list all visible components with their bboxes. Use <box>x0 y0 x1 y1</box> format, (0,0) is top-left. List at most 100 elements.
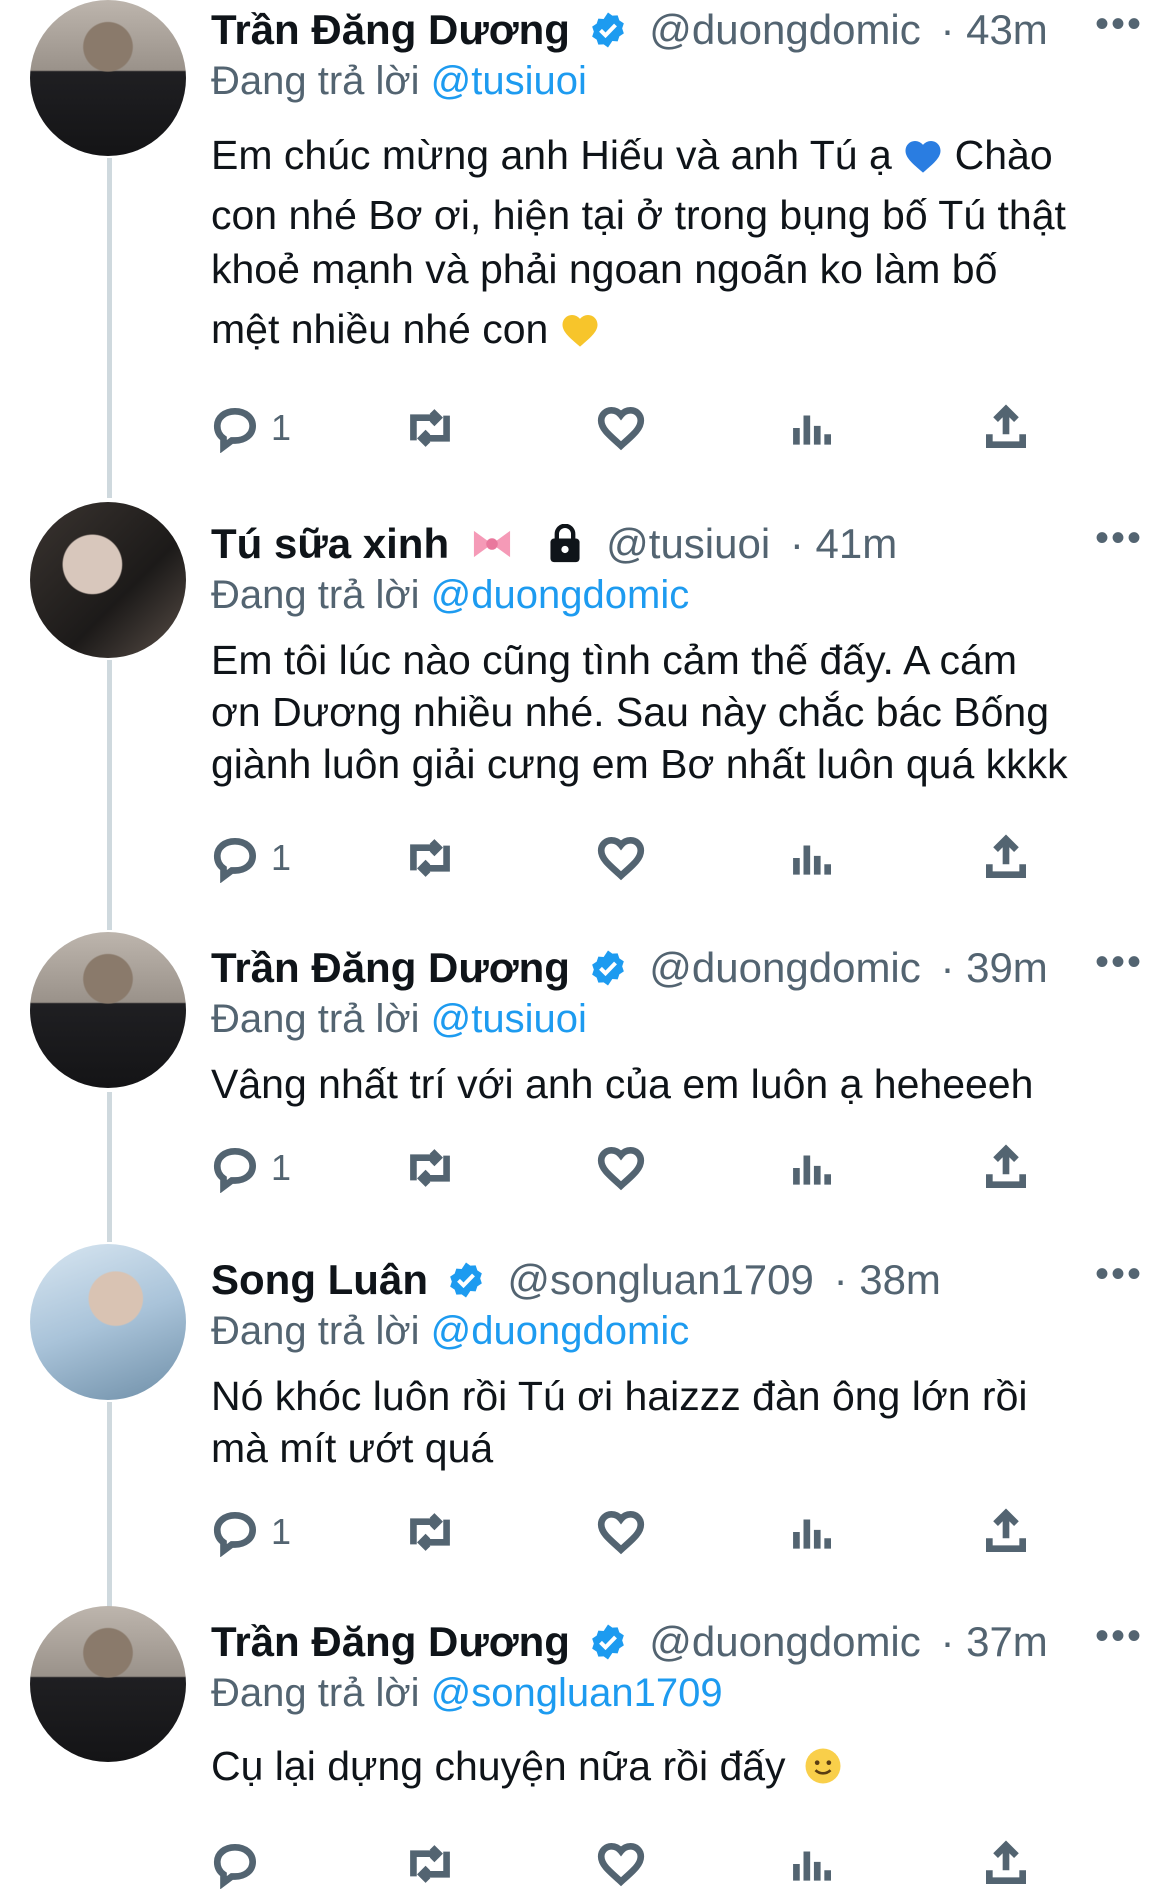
reply-label: Đang trả lời <box>211 1309 420 1353</box>
reply-count: 1 <box>271 407 292 448</box>
text-line: con nhé Bơ ơi, hiện tại ở trong bụng bố … <box>211 192 1066 238</box>
reply-button[interactable]: 1 <box>211 1138 291 1198</box>
action-bar: 1 <box>211 828 1051 888</box>
reply-button[interactable]: 1 <box>211 398 291 458</box>
reply-button[interactable]: 1 <box>211 828 291 888</box>
avatar[interactable] <box>30 932 186 1088</box>
like-icon <box>597 1842 645 1887</box>
display-name[interactable]: Trần Đăng Dương <box>211 1618 570 1665</box>
reply-button[interactable]: 1 <box>211 1502 291 1562</box>
tweet-header: Trần Đăng Dương @duongdomic · 43m ••• <box>211 2 1141 56</box>
share-icon <box>986 404 1026 448</box>
like-button[interactable] <box>596 828 646 888</box>
reply-context: Đang trả lời @tusiuoi <box>211 56 1131 106</box>
analytics-icon <box>793 845 831 875</box>
avatar[interactable] <box>30 1606 186 1762</box>
reply-label: Đang trả lời <box>211 59 420 103</box>
like-icon <box>597 836 645 881</box>
reply-mention[interactable]: @duongdomic <box>431 573 690 617</box>
retweet-button[interactable] <box>401 1138 459 1198</box>
reply-mention[interactable]: @duongdomic <box>431 1309 690 1353</box>
retweet-icon <box>410 1513 450 1551</box>
analytics-button[interactable] <box>786 1502 836 1562</box>
tweet-text: Vâng nhất trí với anh của em luôn ạ hehe… <box>211 1058 1131 1110</box>
like-icon <box>597 1510 645 1555</box>
tweet-text: Cụ lại dựng chuyện nữa rồi đấy <box>211 1740 1131 1798</box>
analytics-icon <box>793 1155 831 1185</box>
yellow-heart-emoji-icon <box>560 308 600 362</box>
like-button[interactable] <box>596 398 646 458</box>
share-button[interactable] <box>981 828 1031 888</box>
retweet-icon <box>410 1149 450 1187</box>
reply-context: Đang trả lời @tusiuoi <box>211 994 1131 1044</box>
handle[interactable]: @tusiuoi <box>606 520 770 567</box>
display-name[interactable]: Tú sữa xinh <box>211 520 449 567</box>
more-icon[interactable]: ••• <box>1095 0 1143 50</box>
retweet-button[interactable] <box>401 398 459 458</box>
thread-line <box>107 1402 112 1612</box>
reply-icon <box>213 1843 257 1889</box>
verified-badge-icon <box>591 1624 624 1660</box>
analytics-button[interactable] <box>786 1834 836 1894</box>
handle[interactable]: @duongdomic <box>649 944 920 991</box>
like-button[interactable] <box>596 1138 646 1198</box>
text-line: Cụ lại dựng chuyện nữa rồi đấy <box>211 1743 786 1789</box>
reply-icon <box>213 407 257 453</box>
more-icon[interactable]: ••• <box>1095 1610 1143 1662</box>
timestamp[interactable]: · 43m <box>940 6 1047 53</box>
thread-line <box>107 158 112 498</box>
share-button[interactable] <box>981 1834 1031 1894</box>
avatar[interactable] <box>30 502 186 658</box>
display-name[interactable]: Trần Đăng Dương <box>211 6 570 53</box>
timestamp[interactable]: · 37m <box>940 1618 1047 1665</box>
share-button[interactable] <box>981 398 1031 458</box>
text-line: khoẻ mạnh và phải ngoan ngoãn ko làm bố <box>211 246 998 292</box>
tweet-text: Nó khóc luôn rồi Tú ơi haizzz đàn ông lớ… <box>211 1370 1131 1474</box>
like-button[interactable] <box>596 1834 646 1894</box>
reply-mention[interactable]: @songluan1709 <box>431 1671 723 1715</box>
like-button[interactable] <box>596 1502 646 1562</box>
retweet-button[interactable] <box>401 1502 459 1562</box>
tweet-text: Em chúc mừng anh Hiếu và anh Tú ạ Chào c… <box>211 128 1131 362</box>
retweet-button[interactable] <box>401 828 459 888</box>
tweet-text: Em tôi lúc nào cũng tình cảm thế đấy. A … <box>211 634 1131 790</box>
thread-line <box>107 660 112 930</box>
verified-badge-icon <box>449 1262 482 1298</box>
analytics-button[interactable] <box>786 398 836 458</box>
avatar[interactable] <box>30 1244 186 1400</box>
text-line: Chào <box>954 132 1053 178</box>
handle[interactable]: @duongdomic <box>649 1618 920 1665</box>
tweet-header: Song Luân @songluan1709 · 38m ••• <box>211 1252 1141 1306</box>
more-icon[interactable]: ••• <box>1095 936 1143 988</box>
more-icon[interactable]: ••• <box>1095 1248 1143 1300</box>
display-name[interactable]: Song Luân <box>211 1256 428 1303</box>
handle[interactable]: @songluan1709 <box>507 1256 814 1303</box>
reply-context: Đang trả lời @duongdomic <box>211 570 1131 620</box>
reply-count: 1 <box>271 1511 292 1552</box>
display-name[interactable]: Trần Đăng Dương <box>211 944 570 991</box>
reply-icon <box>213 1147 257 1193</box>
reply-mention[interactable]: @tusiuoi <box>431 997 587 1041</box>
reply-mention[interactable]: @tusiuoi <box>431 59 587 103</box>
more-icon[interactable]: ••• <box>1095 512 1143 564</box>
ribbon-emoji-icon <box>469 524 515 576</box>
text-line: mệt nhiều nhé con <box>211 306 549 352</box>
analytics-button[interactable] <box>786 1138 836 1198</box>
reply-count: 1 <box>271 1147 292 1188</box>
timestamp[interactable]: · 41m <box>790 520 897 567</box>
reply-button[interactable] <box>211 1834 271 1894</box>
blue-heart-emoji-icon <box>903 134 943 188</box>
analytics-button[interactable] <box>786 828 836 888</box>
text-line: ơn Dương nhiều nhé. Sau này chắc bác Bốn… <box>211 689 1049 735</box>
share-button[interactable] <box>981 1138 1031 1198</box>
text-line: mà mít ướt quá <box>211 1425 494 1471</box>
share-button[interactable] <box>981 1502 1031 1562</box>
action-bar: 1 <box>211 1502 1051 1562</box>
retweet-button[interactable] <box>401 1834 459 1894</box>
action-bar: 1 <box>211 398 1051 458</box>
handle[interactable]: @duongdomic <box>649 6 920 53</box>
tweet-header: Trần Đăng Dương @duongdomic · 37m ••• <box>211 1614 1141 1668</box>
timestamp[interactable]: · 39m <box>940 944 1047 991</box>
avatar[interactable] <box>30 0 186 156</box>
timestamp[interactable]: · 38m <box>834 1256 941 1303</box>
